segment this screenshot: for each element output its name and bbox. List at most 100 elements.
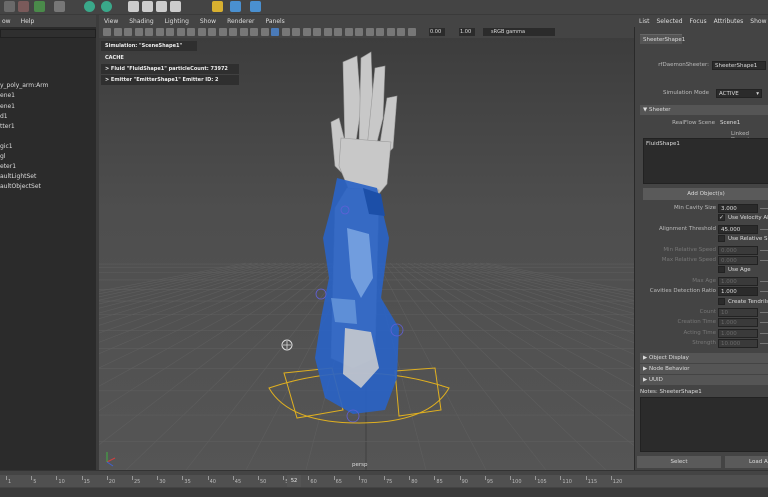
sphere-alt-icon[interactable] — [101, 1, 112, 12]
attribute-slider[interactable] — [760, 291, 768, 293]
light-icon[interactable] — [212, 1, 223, 12]
current-frame-marker[interactable]: 52 — [287, 475, 301, 487]
ae-menu-attributes[interactable]: Attributes — [714, 18, 744, 25]
outliner-item[interactable] — [0, 132, 96, 142]
outliner-item[interactable]: ene1 — [0, 102, 96, 112]
viewport-tool-icon[interactable] — [155, 28, 164, 36]
attribute-checkbox[interactable]: ✓ — [718, 214, 725, 222]
viewport-tool-icon[interactable] — [197, 28, 206, 36]
viewport-tool-icon[interactable] — [166, 28, 174, 36]
viewport-tool-icon[interactable] — [187, 28, 195, 36]
menu-show[interactable]: Show — [200, 18, 216, 25]
realflow-icon[interactable] — [230, 1, 241, 12]
outliner-item[interactable]: gl — [0, 152, 96, 162]
viewport-tool-icon[interactable] — [103, 28, 111, 36]
attribute-slider[interactable] — [760, 332, 768, 334]
select-tool-icon[interactable] — [4, 1, 15, 12]
outliner-item[interactable]: d1 — [0, 112, 96, 122]
viewport-tool-icon[interactable] — [386, 28, 395, 36]
paint-tool-icon[interactable] — [34, 1, 45, 12]
viewport-tool-icon[interactable] — [176, 28, 185, 36]
move-tool-icon[interactable] — [54, 1, 65, 12]
ae-menu-list[interactable]: List — [639, 18, 650, 25]
outliner-item[interactable]: ene1 — [0, 91, 96, 101]
attribute-field[interactable]: 45.000 — [718, 224, 758, 234]
attribute-slider[interactable] — [760, 343, 768, 345]
range-slider[interactable] — [0, 488, 768, 497]
viewport-tool-icon[interactable] — [313, 28, 321, 36]
outliner-item[interactable]: gic1 — [0, 142, 96, 152]
attribute-field[interactable]: 0.000 — [718, 256, 758, 265]
attribute-slider[interactable] — [760, 280, 768, 282]
select-button[interactable]: Select — [637, 456, 721, 468]
outliner-search-input[interactable] — [0, 29, 96, 38]
tab-node[interactable]: SheeterShape1 — [640, 34, 685, 44]
render-icon[interactable] — [128, 1, 139, 12]
add-objects-button[interactable]: Add Object(s) — [643, 188, 768, 200]
menu-renderer[interactable]: Renderer — [227, 18, 254, 25]
ae-menu-focus[interactable]: Focus — [690, 18, 707, 25]
exposure-field[interactable]: 0.00 — [429, 28, 445, 36]
viewport-tool-icon[interactable] — [281, 28, 290, 36]
viewport-tool-icon[interactable] — [218, 28, 227, 36]
viewport-tool-icon[interactable] — [113, 28, 122, 36]
sim-mode-select[interactable]: ACTIVE ▾ — [716, 89, 762, 98]
viewport-tool-icon[interactable] — [302, 28, 311, 36]
outliner-menu-help[interactable]: Help — [21, 18, 35, 25]
viewport-tool-icon[interactable] — [323, 28, 332, 36]
linked-domains-list[interactable]: FluidShape1 — [643, 138, 768, 184]
attribute-slider[interactable] — [760, 312, 768, 313]
viewport-tool-icon[interactable] — [407, 28, 416, 36]
time-slider[interactable]: 1510152025303540455055606570758085909510… — [0, 470, 768, 497]
collapsed-section[interactable]: ▶ UUID — [640, 375, 768, 385]
viewport-tool-icon[interactable] — [229, 28, 237, 36]
outliner-item[interactable]: aultLightSet — [0, 172, 96, 182]
attribute-field[interactable]: 1.000 — [718, 328, 758, 338]
menu-view[interactable]: View — [104, 18, 118, 25]
sphere-icon[interactable] — [84, 1, 95, 12]
gamma-field[interactable]: 1.00 — [459, 28, 475, 36]
lasso-tool-icon[interactable] — [18, 1, 29, 12]
time-slider-track[interactable]: 1510152025303540455055606570758085909510… — [0, 475, 768, 487]
perspective-viewport[interactable]: Simulation: "SceneShape1" CACHE MODE > F… — [99, 38, 634, 470]
linked-domain-item[interactable]: FluidShape1 — [644, 139, 768, 149]
viewport-tool-icon[interactable] — [344, 28, 353, 36]
attribute-field[interactable]: 3.000 — [718, 204, 758, 213]
menu-panels[interactable]: Panels — [265, 18, 284, 25]
outliner-item[interactable] — [0, 61, 96, 71]
hypershade-icon[interactable] — [170, 1, 181, 12]
load-attributes-button[interactable]: Load A — [725, 456, 768, 468]
outliner-item[interactable] — [0, 71, 96, 81]
section-sheeter[interactable]: ▼ Sheeter — [640, 105, 768, 115]
menu-shading[interactable]: Shading — [129, 18, 153, 25]
attribute-slider[interactable] — [760, 208, 768, 209]
viewport-tool-icon[interactable] — [208, 28, 216, 36]
viewport-tool-icon[interactable] — [134, 28, 143, 36]
viewport-tool-icon[interactable] — [355, 28, 363, 36]
attribute-checkbox[interactable] — [718, 235, 725, 243]
viewport-tool-icon[interactable] — [334, 28, 342, 36]
viewport-tool-icon[interactable] — [397, 28, 405, 36]
attribute-field[interactable]: 1.000 — [718, 287, 758, 297]
realflow-up-icon[interactable] — [250, 1, 261, 12]
ae-menu-show[interactable]: Show — [750, 18, 766, 25]
ae-menu-selected[interactable]: Selected — [657, 18, 683, 25]
attribute-checkbox[interactable] — [718, 297, 725, 305]
collapsed-section[interactable]: ▶ Node Behavior — [640, 364, 768, 374]
attribute-field[interactable]: 0.000 — [718, 245, 758, 255]
outliner-item[interactable] — [0, 51, 96, 61]
attribute-slider[interactable] — [760, 322, 768, 324]
ipr-render-icon[interactable] — [142, 1, 153, 12]
outliner-item[interactable]: aultObjectSet — [0, 182, 96, 192]
attribute-field[interactable]: 1.000 — [718, 276, 758, 286]
outliner-item[interactable]: y_poly_arm:Arm — [0, 81, 96, 91]
viewport-tool-icon[interactable] — [376, 28, 384, 36]
viewport-tool-icon[interactable] — [271, 28, 279, 36]
notes-field[interactable] — [640, 397, 768, 452]
attribute-field[interactable]: 10.000 — [718, 339, 758, 349]
color-space-select[interactable]: sRGB gamma — [483, 28, 555, 36]
attribute-checkbox[interactable] — [718, 266, 725, 274]
viewport-tool-icon[interactable] — [292, 28, 300, 36]
collapsed-section[interactable]: ▶ Object Display — [640, 353, 768, 363]
outliner-item[interactable]: eter1 — [0, 162, 96, 172]
